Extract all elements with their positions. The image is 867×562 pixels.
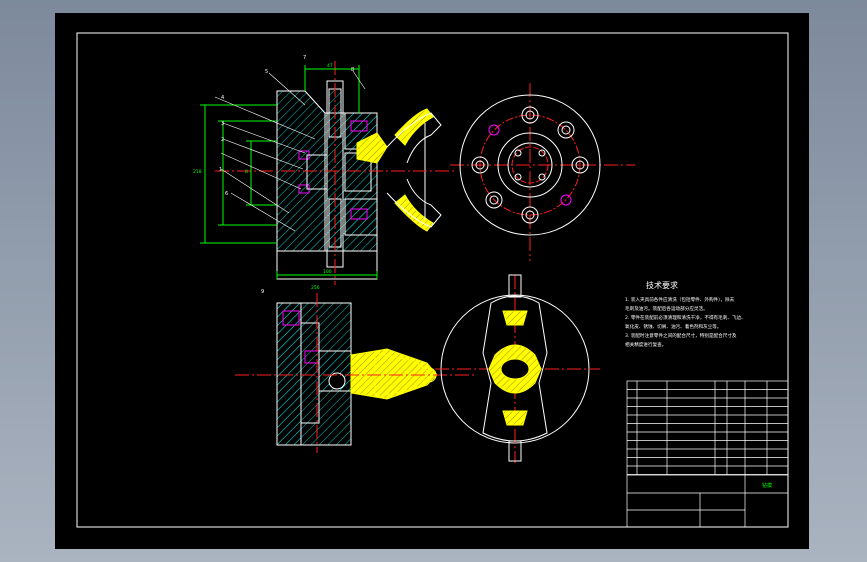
dim-label: 218	[193, 169, 202, 175]
tech-note: 2. 零件在装配前必须清理和清洗干净，不得有毛刺、飞边、	[625, 314, 746, 321]
balloon-label: 2	[221, 137, 224, 143]
flange-view	[450, 83, 635, 261]
drawing-sheet[interactable]: 5 7 8 4 3 2 1 6 9 47 100 218 256 8 技术要求 …	[55, 13, 809, 549]
tech-note: 1. 装入夹具前各件应清洗（包括零件、外购件），除去	[625, 296, 735, 303]
dim-label: 100	[323, 269, 332, 275]
dim-label: 256	[311, 285, 320, 291]
sheet-frame	[76, 32, 789, 528]
tech-note: 毛刺及油污。装配后各运动部分应灵活。	[625, 305, 708, 312]
dim-label: 8	[245, 169, 248, 175]
title-block-name: 钻模	[762, 482, 772, 489]
title-block	[626, 380, 789, 528]
section-view-bottom	[235, 293, 475, 453]
balloon-label: 8	[351, 67, 354, 73]
balloon-label: 7	[303, 55, 306, 61]
plan-view	[435, 274, 600, 463]
balloon-label: 6	[225, 191, 228, 197]
balloon-label: 1	[219, 167, 222, 173]
tech-note: 氧化皮、锈蚀、切屑、油污、着色剂和灰尘等。	[625, 323, 721, 330]
balloon-label: 3	[221, 121, 224, 127]
tech-note: 相关精度进行复查。	[625, 341, 666, 348]
balloon-label: 5	[265, 69, 268, 75]
drawing-canvas: 5 7 8 4 3 2 1 6 9 47 100 218 256 8 技术要求 …	[76, 32, 789, 528]
section-view-top	[200, 61, 455, 285]
balloon-label: 9	[261, 289, 264, 295]
technical-requirements: 技术要求 1. 装入夹具前各件应清洗（包括零件、外购件），除去 毛刺及油污。装配…	[625, 280, 746, 348]
tech-title: 技术要求	[646, 280, 678, 290]
tech-note: 3. 装配时注意零件之间的配合尺寸，特别是配合尺寸及	[625, 332, 737, 339]
balloon-label: 4	[221, 95, 224, 101]
dim-label: 47	[327, 63, 333, 69]
